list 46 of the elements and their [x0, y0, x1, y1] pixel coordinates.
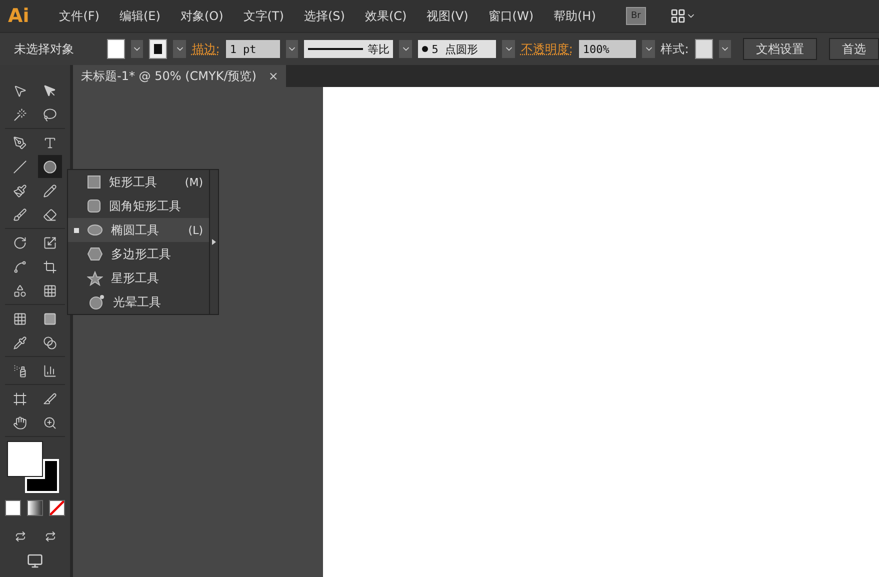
menu-item[interactable]: 星形工具 [68, 266, 209, 290]
rounded-square-icon [87, 199, 101, 213]
menu-item[interactable]: 对象(O) [172, 8, 232, 24]
brush-field[interactable]: 5 点圆形 [418, 40, 496, 58]
workspace-layout-icon[interactable] [670, 8, 696, 24]
selection-label: 未选择对象 [14, 40, 74, 58]
fill-color-swatch[interactable] [7, 441, 43, 477]
stroke-profile-field[interactable]: 等比 [304, 40, 394, 58]
menu-item[interactable]: 圆角矩形工具 [68, 194, 209, 218]
color-mode-swatch[interactable] [5, 500, 21, 516]
menu-item[interactable]: 矩形工具 (M) [68, 170, 209, 194]
fill-swatch[interactable] [107, 39, 126, 59]
none-mode-swatch[interactable] [49, 500, 65, 516]
close-icon[interactable]: × [268, 69, 278, 83]
toolbar-button[interactable]: 文档设置 [743, 38, 818, 60]
style-swatch[interactable] [694, 39, 713, 59]
menu-item[interactable]: 光晕工具 [68, 290, 209, 314]
opacity-label[interactable]: 不透明度: [520, 40, 573, 58]
opacity-field[interactable]: 100% [578, 40, 636, 58]
gradient-mode-swatch[interactable] [27, 500, 43, 516]
stroke-color-swatch[interactable] [25, 459, 59, 493]
square-icon [87, 175, 101, 189]
menu-item[interactable]: 多边形工具 [68, 242, 209, 266]
hexagon-icon [87, 247, 103, 261]
menu-item[interactable]: 文字(T) [235, 8, 292, 24]
style-label: 样式: [660, 40, 689, 58]
bridge-button[interactable]: Br [626, 7, 646, 25]
menu-item[interactable]: 帮助(H) [546, 8, 604, 24]
menu-item[interactable]: 视图(V) [418, 8, 476, 24]
menu-item[interactable]: 文件(F) [51, 8, 108, 24]
ellipse-icon [87, 224, 103, 236]
document-tab[interactable]: 未标题-1* @ 50% (CMYK/预览) × [73, 65, 286, 87]
brush-dot-icon [422, 46, 428, 52]
app-logo: Ai [8, 5, 30, 27]
flare-icon [87, 294, 105, 310]
menu-item[interactable]: 窗口(W) [480, 8, 542, 24]
stroke-swatch[interactable] [149, 39, 168, 59]
star-icon [87, 270, 103, 286]
stroke-weight-field[interactable]: 1 pt [226, 40, 280, 58]
menu-item[interactable]: 选择(S) [296, 8, 353, 24]
menu-item[interactable]: 效果(C) [356, 8, 415, 24]
submenu-arrow-icon[interactable] [212, 239, 216, 245]
menu-item[interactable]: 椭圆工具 (L) [68, 218, 209, 242]
toolbar-button[interactable]: 首选 [829, 38, 879, 60]
menu-item[interactable]: 编辑(E) [111, 8, 168, 24]
stroke-label[interactable]: 描边: [192, 40, 220, 58]
